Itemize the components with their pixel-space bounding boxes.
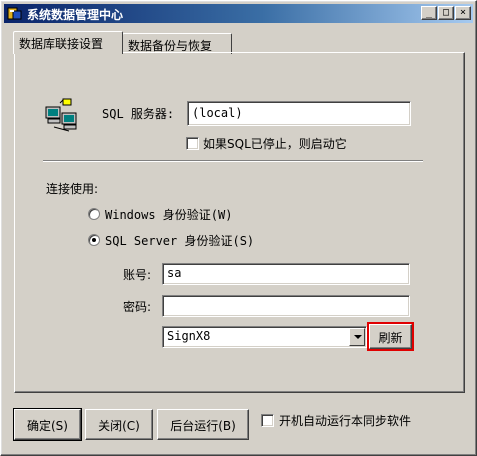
sql-auth-label: SQL Server 身份验证(S) [105,234,255,248]
refresh-button[interactable]: 刷新 [367,322,414,351]
windows-auth-label: Windows 身份验证(W) [105,208,233,222]
ok-button-label: 确定(S) [27,419,68,433]
windows-auth-radio[interactable] [88,208,100,220]
chevron-down-icon[interactable] [349,328,365,346]
close-button-label: 关闭(C) [98,419,140,433]
app-database-icon [7,7,22,20]
database-combobox[interactable]: SignX8 [162,326,367,348]
ok-button[interactable]: 确定(S) [13,408,82,441]
autorun-checkbox[interactable] [261,414,274,427]
autostart-sql-label: 如果SQL已停止，则启动它 [203,137,347,151]
refresh-button-label: 刷新 [378,331,403,345]
database-combobox-value: SignX8 [167,329,211,343]
radio-selected-dot [92,238,96,242]
network-computers-icon [45,98,77,132]
maximize-button[interactable]: □ [438,6,454,20]
close-dialog-button[interactable]: 关闭(C) [85,409,153,440]
tab-backup-restore[interactable]: 数据备份与恢复 [122,33,232,54]
window-title: 系统数据管理中心 [27,8,124,22]
close-button[interactable]: × [455,6,471,20]
autostart-sql-checkbox[interactable] [186,137,199,150]
tab-label: 数据备份与恢复 [128,39,213,53]
server-input[interactable]: (local) [187,101,411,126]
tab-db-connection[interactable]: 数据库联接设置 [13,31,123,54]
minimize-button[interactable]: _ [421,6,437,20]
password-input[interactable] [162,295,410,317]
title-bar[interactable]: 系统数据管理中心 _ □ × [4,4,473,23]
tab-label: 数据库联接设置 [19,37,104,51]
background-button-label: 后台运行(B) [170,419,236,433]
account-input[interactable]: sa [162,263,410,285]
account-label: 账号: [123,268,152,282]
autorun-label: 开机自动运行本同步软件 [279,414,412,428]
main-window: 系统数据管理中心 _ □ × 数据库联接设置 数据备份与恢复 SQL 服务器: … [0,0,477,456]
connect-using-label: 连接使用: [46,182,99,196]
run-in-background-button[interactable]: 后台运行(B) [157,409,249,440]
server-label: SQL 服务器: [102,107,175,121]
sql-auth-radio[interactable] [88,234,100,246]
separator [43,160,423,162]
password-label: 密码: [123,300,152,314]
